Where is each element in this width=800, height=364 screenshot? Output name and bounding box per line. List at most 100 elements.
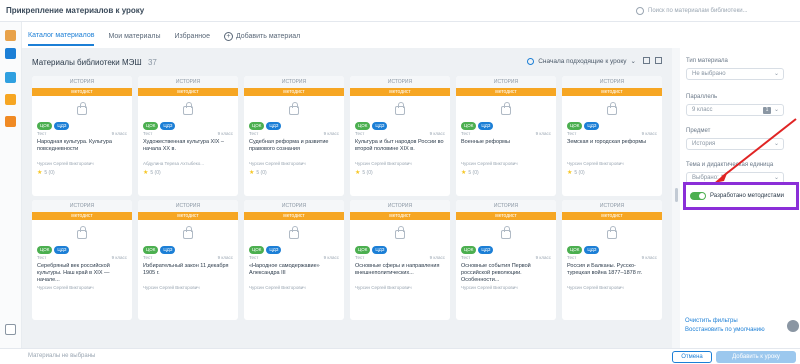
material-card[interactable]: ИСТОРИЯ методист ЦОК ЦДЗ Тест 9 класс Ку… [350,76,450,196]
material-card[interactable]: ИСТОРИЯ методист ЦОК ЦДЗ Тест 9 класс Су… [244,76,344,196]
cancel-button[interactable]: Отмена [672,351,712,363]
scrollbar[interactable] [672,48,680,348]
type-value: Не выбрано [692,71,726,77]
material-card[interactable]: ИСТОРИЯ методист ЦОК ЦДЗ Тест 9 класс Зе… [562,76,662,196]
cloud-icon[interactable] [5,72,16,83]
card-title: Художественная культура XIX – начала XX … [143,139,224,152]
chevron-down-icon: ⌄ [773,71,779,77]
card-title: Судебная реформа и развитие правового со… [249,139,329,152]
tab-my-materials[interactable]: Мои материалы [108,26,160,46]
tag-cdz: ЦДЗ [54,122,70,130]
card-title: Земская и городская реформы [567,139,647,145]
material-card[interactable]: ИСТОРИЯ методист ЦОК ЦДЗ Тест 9 класс Ху… [138,76,238,196]
card-author: Чурсин Сергей Викторович [37,285,94,290]
library-title: Материалы библиотеки МЭШ [32,58,142,67]
lock-icon [607,226,617,239]
tag-cok: ЦОК [143,246,159,254]
left-rail [0,22,22,364]
material-card[interactable]: ИСТОРИЯ методист ЦОК ЦДЗ Тест 9 класс Во… [456,76,556,196]
card-title: Основные события Первой российской револ… [461,263,531,283]
tag-cok: ЦОК [249,246,265,254]
library-heading: Материалы библиотеки МЭШ 37 [32,58,157,67]
card-grade: 9 класс [111,131,127,136]
folder-icon[interactable] [5,94,16,105]
card-title: Серебряный век российской культуры. Наш … [37,263,110,283]
methodist-ribbon: методист [244,88,344,96]
sort-select[interactable]: Сначала подходящие к уроку ⌄ [527,57,636,65]
window-title: Прикрепление материалов к уроку [6,6,145,15]
card-type: Тест [143,131,153,136]
tag-cdz: ЦДЗ [54,246,70,254]
material-card[interactable]: ИСТОРИЯ методист ЦОК ЦДЗ Тест 9 класс Из… [138,200,238,320]
material-card[interactable]: ИСТОРИЯ методист ЦОК ЦДЗ Тест 9 класс Ос… [350,200,450,320]
card-author: Чурсин Сергей Викторович [143,285,200,290]
tag-cdz: ЦДЗ [266,246,282,254]
card-type: Тест [249,255,259,260]
restore-defaults-link[interactable]: Восстановить по умолчанию [685,327,765,333]
material-card[interactable]: ИСТОРИЯ методист ЦОК ЦДЗ Тест 9 класс Ос… [456,200,556,320]
tag-cok: ЦОК [461,246,477,254]
scrollbar-thumb[interactable] [675,188,678,202]
clear-filters-link[interactable]: Очистить фильтры [685,318,738,324]
grid-view-icon[interactable] [643,57,650,64]
book-icon[interactable] [5,116,16,127]
card-subject: ИСТОРИЯ [32,200,132,212]
methodist-ribbon: методист [562,212,662,220]
tag-cok: ЦОК [249,122,265,130]
type-label: Тип материала [686,58,728,64]
star-icon: ★ [143,170,149,176]
add-to-lesson-button[interactable]: Добавить к уроку [716,351,796,363]
methodist-filter-highlight: Разработано методистами [683,182,799,210]
tag-cok: ЦОК [355,246,371,254]
tag-cok: ЦОК [143,122,159,130]
material-card[interactable]: ИСТОРИЯ методист ЦОК ЦДЗ Тест 9 класс Се… [32,200,132,320]
card-author: Чурсин Сергей Викторович [567,285,624,290]
card-rating: ★ 5 (0) [456,166,556,179]
material-card[interactable]: ИСТОРИЯ методист ЦОК ЦДЗ Тест 9 класс Ро… [562,200,662,320]
card-title: Народная культура. Культура повседневнос… [37,139,112,152]
card-grade: 9 класс [535,131,551,136]
card-tags: ЦОК ЦДЗ [244,246,344,254]
scroll-icon[interactable] [5,30,16,41]
methodist-toggle[interactable] [690,192,706,200]
card-tags: ЦОК ЦДЗ [456,246,556,254]
search-field[interactable]: Поиск по материалам библиотеки... [636,5,786,17]
parallel-value: 9 класс [692,107,713,113]
card-subject: ИСТОРИЯ [350,200,450,212]
card-author: Чурсин Сергей Викторович [355,285,412,290]
methodist-ribbon: методист [138,88,238,96]
grid-icon[interactable] [5,324,16,335]
card-subject: ИСТОРИЯ [138,200,238,212]
star-icon: ★ [567,170,573,176]
tab-favorites[interactable]: Избранное [174,26,209,46]
methodist-ribbon: методист [562,88,662,96]
card-title: «Народное самодержавие» Александра III [249,263,320,276]
card-rating: ★ 5 (0) [32,166,132,179]
card-thumbnail [244,220,344,246]
tag-cdz: ЦДЗ [584,122,600,130]
card-author: Чурсин Сергей Викторович [461,285,518,290]
rating-value: 5 (0) [362,169,373,176]
methodist-toggle-label: Разработано методистами [710,193,784,199]
help-icon[interactable] [787,320,799,332]
material-card[interactable]: ИСТОРИЯ методист ЦОК ЦДЗ Тест 9 класс «Н… [244,200,344,320]
card-subject: ИСТОРИЯ [456,76,556,88]
type-select[interactable]: Не выбрано ⌄ [686,68,784,80]
list-view-icon[interactable] [655,57,662,64]
card-tags: ЦОК ЦДЗ [562,246,662,254]
card-type: Тест [567,255,577,260]
material-card[interactable]: ИСТОРИЯ методист ЦОК ЦДЗ Тест 9 класс На… [32,76,132,196]
lock-icon [607,102,617,115]
tab-catalog[interactable]: Каталог материалов [28,26,95,46]
methodist-ribbon: методист [32,88,132,96]
add-material-button[interactable]: + Добавить материал [223,26,300,46]
tag-cdz: ЦДЗ [372,246,388,254]
card-subject: ИСТОРИЯ [244,76,344,88]
card-thumbnail [350,96,450,122]
card-meta: Тест 9 класс [244,130,344,137]
view-toggle [643,57,662,64]
card-subject: ИСТОРИЯ [350,76,450,88]
card-type: Тест [143,255,153,260]
puzzle-icon[interactable] [5,48,16,59]
lock-icon [77,102,87,115]
